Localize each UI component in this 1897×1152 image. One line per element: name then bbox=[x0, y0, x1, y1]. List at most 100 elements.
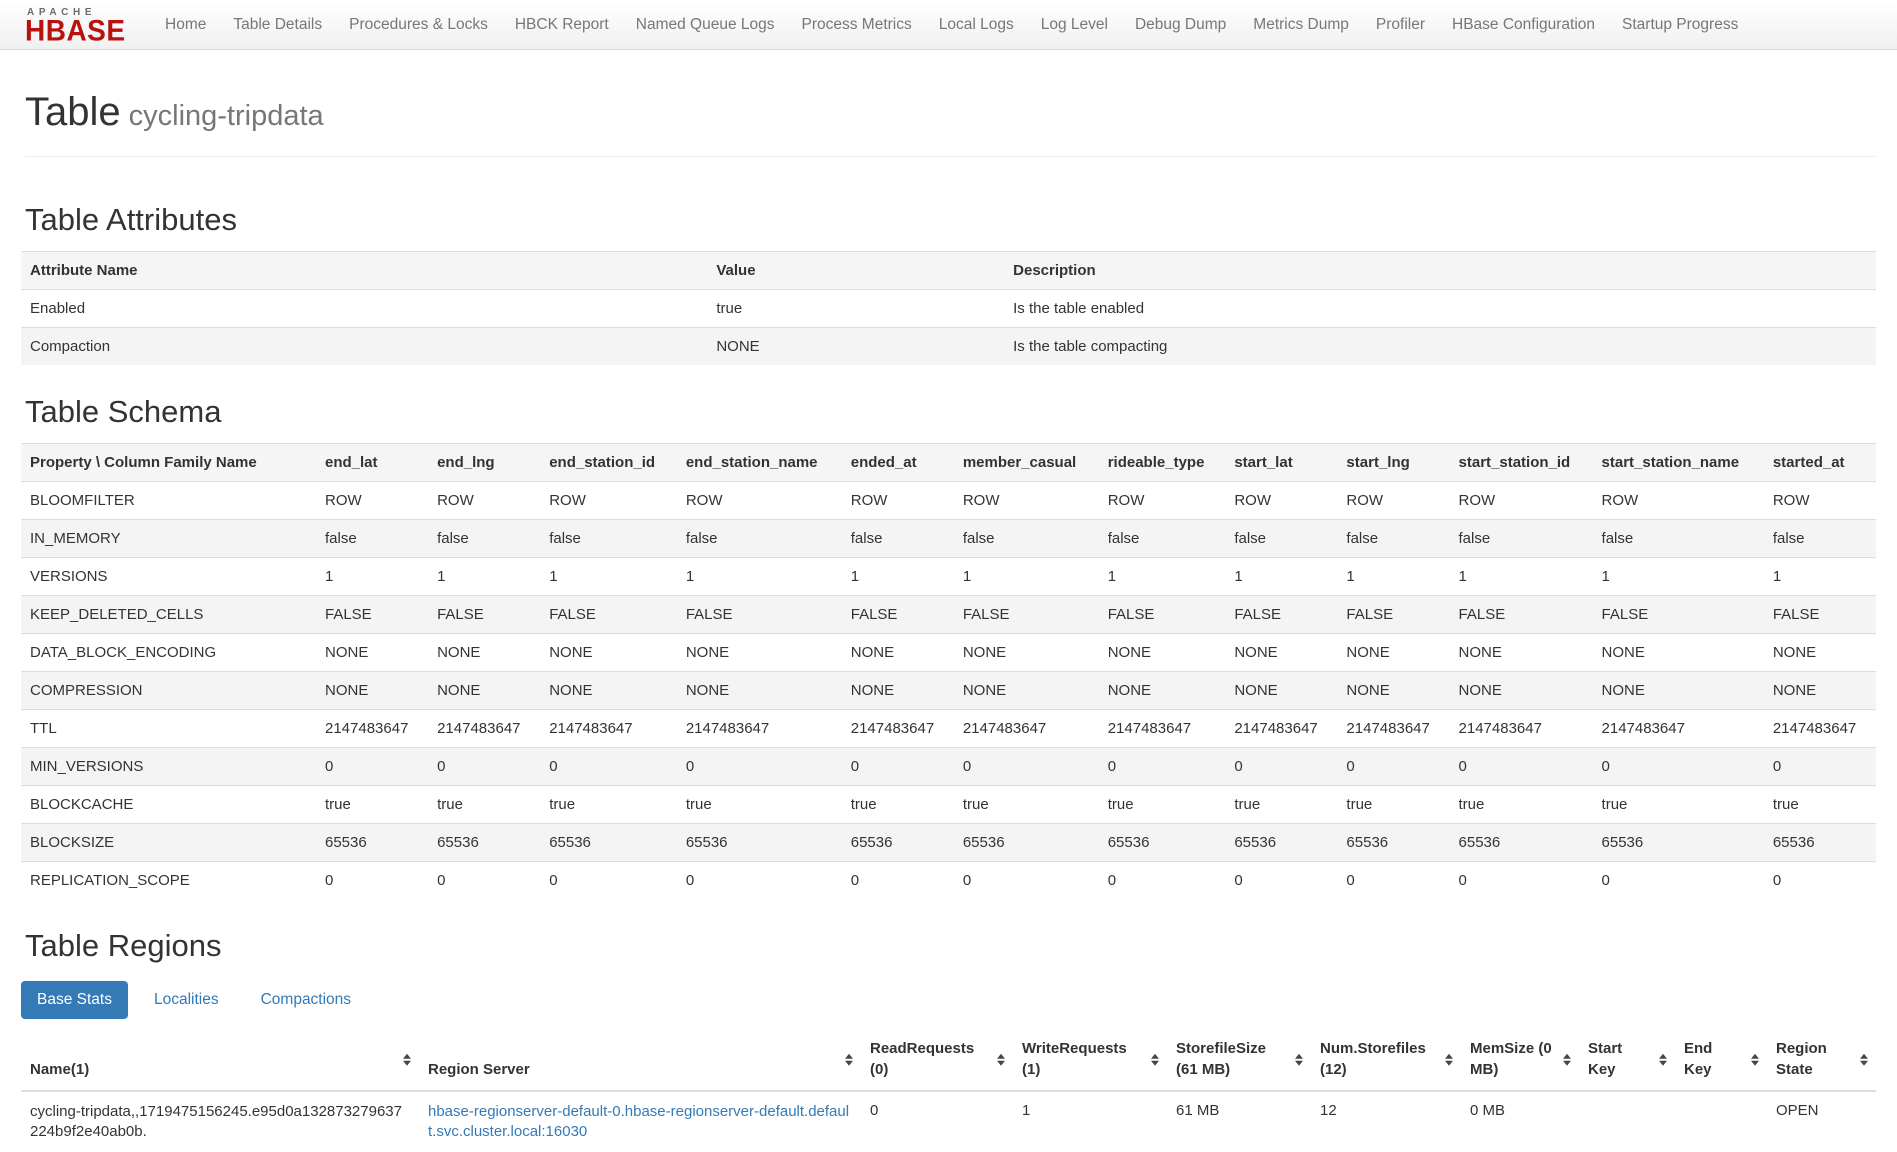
schema-value-cell: true bbox=[316, 786, 428, 824]
schema-value-cell: 0 bbox=[1450, 862, 1593, 900]
region-row: cycling-tripdata,,1719475156245.e95d0a13… bbox=[21, 1091, 1876, 1152]
schema-value-cell: ROW bbox=[1764, 482, 1876, 520]
navbar-menu: HomeTable DetailsProcedures & LocksHBCK … bbox=[152, 0, 1752, 49]
nav-link-procedures-locks[interactable]: Procedures & Locks bbox=[336, 0, 502, 49]
nav-link-named-queue-logs[interactable]: Named Queue Logs bbox=[622, 0, 788, 49]
nav-item: Procedures & Locks bbox=[336, 0, 502, 49]
schema-family-header: end_lng bbox=[428, 444, 540, 482]
schema-property-cell: TTL bbox=[21, 710, 316, 748]
schema-value-cell: 0 bbox=[954, 748, 1099, 786]
schema-value-cell: 0 bbox=[1225, 748, 1337, 786]
sort-icon bbox=[845, 1053, 853, 1066]
schema-family-header: start_station_name bbox=[1593, 444, 1764, 482]
schema-value-cell: 0 bbox=[677, 862, 842, 900]
schema-value-cell: ROW bbox=[1450, 482, 1593, 520]
schema-value-cell: NONE bbox=[677, 634, 842, 672]
schema-value-cell: ROW bbox=[1593, 482, 1764, 520]
region-cell-write-requests: 1 bbox=[1013, 1091, 1167, 1152]
regions-column-header-mem-size[interactable]: MemSize (0 MB) bbox=[1461, 1029, 1579, 1091]
schema-value-cell: 2147483647 bbox=[540, 710, 677, 748]
schema-value-cell: 1 bbox=[1764, 558, 1876, 596]
schema-value-cell: FALSE bbox=[1593, 596, 1764, 634]
schema-value-cell: FALSE bbox=[677, 596, 842, 634]
schema-value-cell: NONE bbox=[1337, 634, 1449, 672]
schema-property-cell: VERSIONS bbox=[21, 558, 316, 596]
regions-column-header-name[interactable]: Name(1) bbox=[21, 1029, 419, 1091]
sort-desc-arrow-icon bbox=[1659, 1061, 1667, 1066]
schema-value-cell: 1 bbox=[1337, 558, 1449, 596]
schema-value-cell: FALSE bbox=[1099, 596, 1226, 634]
region-cell-start-key bbox=[1579, 1091, 1675, 1152]
schema-value-cell: 65536 bbox=[1593, 824, 1764, 862]
sort-asc-arrow-icon bbox=[1295, 1053, 1303, 1058]
schema-value-cell: 0 bbox=[540, 748, 677, 786]
regions-tab-base-stats[interactable]: Base Stats bbox=[21, 981, 128, 1019]
schema-value-cell: false bbox=[954, 520, 1099, 558]
schema-value-cell: NONE bbox=[1225, 634, 1337, 672]
regions-heading: Table Regions bbox=[25, 929, 1876, 963]
schema-value-cell: true bbox=[954, 786, 1099, 824]
nav-link-hbase-configuration[interactable]: HBase Configuration bbox=[1439, 0, 1609, 49]
attribute-row: EnabledtrueIs the table enabled bbox=[21, 290, 1876, 328]
nav-item: HBase Configuration bbox=[1439, 0, 1609, 49]
nav-item: Local Logs bbox=[925, 0, 1027, 49]
schema-value-cell: NONE bbox=[316, 672, 428, 710]
regions-tab-compactions[interactable]: Compactions bbox=[245, 981, 367, 1019]
schema-value-cell: 1 bbox=[540, 558, 677, 596]
schema-value-cell: NONE bbox=[1593, 672, 1764, 710]
schema-value-cell: ROW bbox=[1099, 482, 1226, 520]
nav-link-local-logs[interactable]: Local Logs bbox=[925, 0, 1027, 49]
regions-column-label: Num.Storefiles (12) bbox=[1320, 1040, 1426, 1077]
schema-heading: Table Schema bbox=[25, 395, 1876, 429]
nav-link-startup-progress[interactable]: Startup Progress bbox=[1609, 0, 1752, 49]
schema-property-cell: BLOCKSIZE bbox=[21, 824, 316, 862]
regions-column-header-storefile-size[interactable]: StorefileSize (61 MB) bbox=[1167, 1029, 1311, 1091]
schema-value-cell: true bbox=[1337, 786, 1449, 824]
table-schema-table: Property \ Column Family Nameend_latend_… bbox=[21, 443, 1876, 899]
schema-family-header: start_lat bbox=[1225, 444, 1337, 482]
schema-value-cell: ROW bbox=[1337, 482, 1449, 520]
schema-row: BLOCKCACHEtruetruetruetruetruetruetruetr… bbox=[21, 786, 1876, 824]
region-server-link[interactable]: hbase-regionserver-default-0.hbase-regio… bbox=[428, 1103, 849, 1140]
nav-link-profiler[interactable]: Profiler bbox=[1362, 0, 1438, 49]
regions-tab-localities[interactable]: Localities bbox=[138, 981, 235, 1019]
regions-column-header-write-requests[interactable]: WriteRequests (1) bbox=[1013, 1029, 1167, 1091]
schema-value-cell: true bbox=[1225, 786, 1337, 824]
schema-value-cell: 0 bbox=[316, 748, 428, 786]
schema-row: KEEP_DELETED_CELLSFALSEFALSEFALSEFALSEFA… bbox=[21, 596, 1876, 634]
schema-value-cell: 1 bbox=[1225, 558, 1337, 596]
schema-value-cell: 1 bbox=[1593, 558, 1764, 596]
schema-value-cell: 2147483647 bbox=[1337, 710, 1449, 748]
nav-link-home[interactable]: Home bbox=[152, 0, 220, 49]
schema-value-cell: 1 bbox=[677, 558, 842, 596]
sort-icon bbox=[1751, 1053, 1759, 1066]
nav-link-metrics-dump[interactable]: Metrics Dump bbox=[1240, 0, 1363, 49]
schema-value-cell: FALSE bbox=[1450, 596, 1593, 634]
schema-value-cell: 65536 bbox=[540, 824, 677, 862]
schema-value-cell: 65536 bbox=[316, 824, 428, 862]
nav-link-table-details[interactable]: Table Details bbox=[220, 0, 336, 49]
schema-value-cell: true bbox=[1764, 786, 1876, 824]
regions-column-header-region-server[interactable]: Region Server bbox=[419, 1029, 861, 1091]
nav-link-log-level[interactable]: Log Level bbox=[1027, 0, 1121, 49]
nav-link-process-metrics[interactable]: Process Metrics bbox=[788, 0, 925, 49]
hbase-logo[interactable]: APACHE HBASE bbox=[25, 8, 126, 44]
nav-link-debug-dump[interactable]: Debug Dump bbox=[1121, 0, 1239, 49]
regions-column-header-read-requests[interactable]: ReadRequests (0) bbox=[861, 1029, 1013, 1091]
regions-column-header-num-storefiles[interactable]: Num.Storefiles (12) bbox=[1311, 1029, 1461, 1091]
region-cell-num-storefiles: 12 bbox=[1311, 1091, 1461, 1152]
schema-property-cell: COMPRESSION bbox=[21, 672, 316, 710]
nav-item: Process Metrics bbox=[788, 0, 925, 49]
sort-asc-arrow-icon bbox=[403, 1053, 411, 1058]
schema-value-cell: FALSE bbox=[1337, 596, 1449, 634]
sort-desc-arrow-icon bbox=[1751, 1061, 1759, 1066]
schema-value-cell: 0 bbox=[842, 862, 954, 900]
schema-value-cell: NONE bbox=[1099, 672, 1226, 710]
schema-value-cell: FALSE bbox=[842, 596, 954, 634]
regions-column-header-start-key[interactable]: Start Key bbox=[1579, 1029, 1675, 1091]
regions-column-header-end-key[interactable]: End Key bbox=[1675, 1029, 1767, 1091]
regions-column-header-region-state[interactable]: Region State bbox=[1767, 1029, 1876, 1091]
nav-link-hbck-report[interactable]: HBCK Report bbox=[501, 0, 622, 49]
schema-value-cell: 2147483647 bbox=[428, 710, 540, 748]
regions-column-label: End Key bbox=[1684, 1040, 1712, 1077]
